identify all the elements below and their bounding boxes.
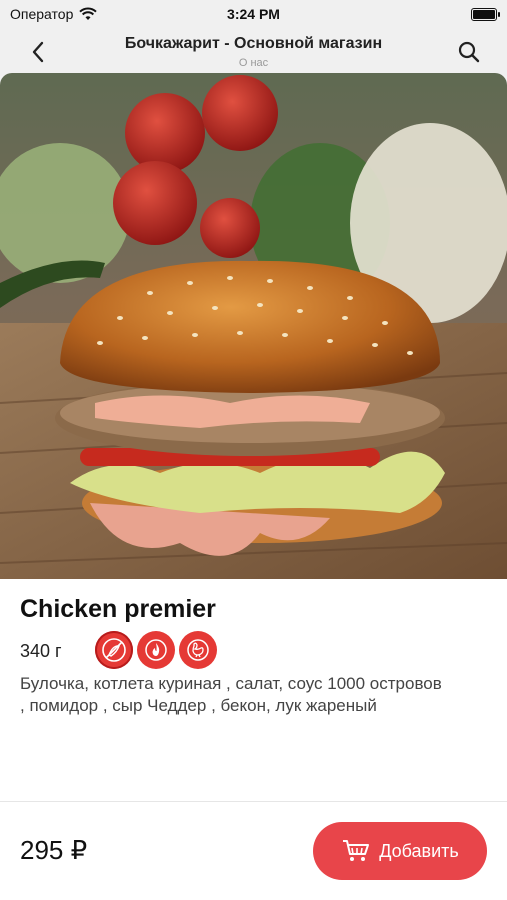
nav-subtitle[interactable]: О нас (0, 57, 507, 69)
search-button[interactable] (453, 36, 485, 68)
divider (0, 801, 507, 802)
product-price: 295 ₽ (20, 835, 88, 865)
badges (95, 631, 217, 669)
product-sheet: Chicken premier 340 г Булочка, котлета к… (0, 73, 507, 900)
product-description: Булочка, котлета куриная , салат, соус 1… (20, 674, 442, 715)
add-to-cart-button[interactable]: Добавить (313, 822, 487, 880)
chicken-icon (187, 639, 209, 661)
product-name: Chicken premier (20, 595, 216, 623)
cart-icon (343, 840, 370, 861)
status-bar: Оператор 3:24 PM (0, 0, 507, 28)
product-weight: 340 г (20, 641, 62, 661)
no-spicy-badge[interactable] (95, 631, 133, 669)
nav-title: Бочкажарит - Основной магазин (124, 35, 383, 52)
chicken-badge[interactable] (179, 631, 217, 669)
search-icon (458, 41, 480, 63)
nav-bar: Бочкажарит - Основной магазин О нас (0, 28, 507, 76)
spicy-badge[interactable] (137, 631, 175, 669)
fire-icon (145, 639, 167, 661)
no-spicy-icon (102, 638, 126, 662)
add-button-label: Добавить (379, 840, 459, 861)
product-photo (0, 73, 507, 579)
battery-icon (471, 7, 500, 21)
status-time: 3:24 PM (227, 6, 280, 22)
